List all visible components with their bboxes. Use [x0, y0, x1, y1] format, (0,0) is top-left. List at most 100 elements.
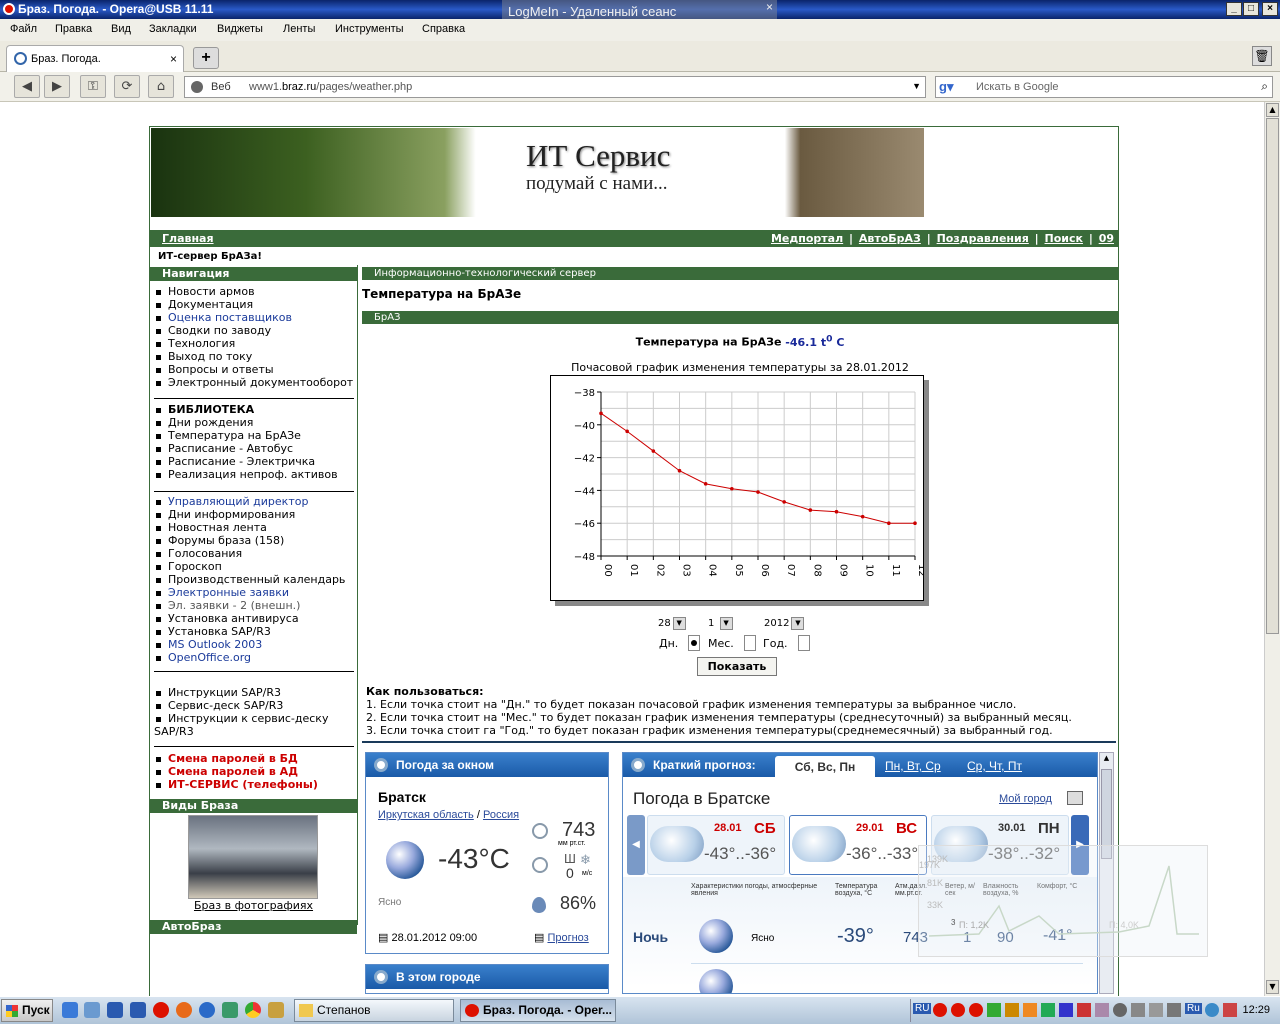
scroll-up-icon[interactable]: ▲: [1266, 103, 1279, 117]
sidebar-item[interactable]: Дни рождения: [154, 416, 358, 429]
menu-file[interactable]: Файл: [10, 23, 37, 35]
maximize-button[interactable]: □: [1243, 2, 1259, 16]
opera-tray-icon[interactable]: [933, 1003, 947, 1017]
menu-help[interactable]: Справка: [422, 23, 465, 35]
search-box[interactable]: g▾ Искать в Google ⌕: [935, 76, 1273, 98]
menu-widgets[interactable]: Виджеты: [217, 23, 263, 35]
sidebar-item[interactable]: БИБЛИОТЕКА: [154, 403, 358, 416]
address-dropdown-icon[interactable]: ▼: [912, 81, 921, 91]
country-link[interactable]: Россия: [483, 809, 519, 821]
link-autobraz[interactable]: АвтоБрАЗ: [859, 232, 921, 245]
sidebar-item[interactable]: Новости армов: [154, 285, 358, 298]
sidebar-item[interactable]: ИТ-СЕРВИС (телефоны): [154, 778, 358, 791]
link-greetings[interactable]: Поздравления: [937, 232, 1029, 245]
sidebar-item[interactable]: Гороскоп: [154, 560, 358, 573]
logmein-close-icon[interactable]: ×: [766, 0, 773, 14]
sidebar-item[interactable]: Дни информирования: [154, 508, 358, 521]
ie-icon[interactable]: [62, 1002, 78, 1018]
tray-icon[interactable]: [1023, 1003, 1037, 1017]
key-icon[interactable]: ⚿: [80, 75, 106, 98]
sidebar-item[interactable]: Форумы браза (158): [154, 534, 358, 547]
bluetooth-icon[interactable]: [1113, 1003, 1127, 1017]
scroll-down-icon[interactable]: ▼: [1266, 980, 1279, 994]
sidebar-item[interactable]: Сводки по заводу: [154, 324, 358, 337]
sidebar-item[interactable]: Выход по току: [154, 350, 358, 363]
forecast-tab-active[interactable]: Сб, Вс, Пн: [775, 756, 875, 778]
forecast-tab-3[interactable]: Ср, Чт, Пт: [967, 759, 1022, 773]
sidebar-item[interactable]: Вопросы и ответы: [154, 363, 358, 376]
task-folder[interactable]: Степанов: [294, 999, 454, 1022]
sidebar-item[interactable]: Оценка поставщиков: [154, 311, 358, 324]
sidebar-item[interactable]: Смена паролей в БД: [154, 752, 358, 765]
menu-edit[interactable]: Правка: [55, 23, 92, 35]
sidebar-item[interactable]: Расписание - Автобус: [154, 442, 358, 455]
sidebar-item[interactable]: Новостная лента: [154, 521, 358, 534]
lang-indicator-2[interactable]: Ru: [1185, 1003, 1202, 1014]
region-link[interactable]: Иркутская область: [378, 809, 474, 821]
firefox-icon[interactable]: [176, 1002, 192, 1018]
month-select[interactable]: 1 ▼: [708, 617, 733, 631]
lang-indicator[interactable]: RU: [913, 1003, 932, 1014]
back-button[interactable]: ◀: [14, 75, 40, 98]
sidebar-item[interactable]: OpenOffice.org: [154, 651, 358, 664]
sidebar-item[interactable]: Производственный календарь: [154, 573, 358, 586]
opera-icon[interactable]: [153, 1002, 169, 1018]
sidebar-item[interactable]: Электронные заявки: [154, 586, 358, 599]
opera-tray-icon[interactable]: [951, 1003, 965, 1017]
year-select[interactable]: 2012 ▼: [764, 617, 805, 631]
sidebar-item[interactable]: Управляющий директор: [154, 495, 358, 508]
forecast-tab-2[interactable]: Пн, Вт, Ср: [885, 759, 941, 773]
sidebar-item[interactable]: Температура на БрАЗе: [154, 429, 358, 442]
sidebar-item[interactable]: Сервис-деск SAP/R3: [154, 699, 358, 712]
gem-icon[interactable]: [222, 1002, 238, 1018]
sidebar-item[interactable]: Расписание - Электричка: [154, 455, 358, 468]
app-icon[interactable]: [268, 1002, 284, 1018]
close-button[interactable]: ×: [1262, 2, 1278, 16]
forecast-day-card[interactable]: 29.01 ВС -36°..-33°: [789, 815, 927, 875]
tray-icon[interactable]: [1095, 1003, 1109, 1017]
word-icon[interactable]: [130, 1002, 146, 1018]
volume-icon[interactable]: [1167, 1003, 1181, 1017]
forecast-day-card[interactable]: 28.01 СБ -43°..-36°: [647, 815, 785, 875]
page-scrollbar[interactable]: ▲ ▼: [1264, 102, 1280, 996]
day-select[interactable]: 28 ▼: [658, 617, 686, 631]
tray-icon[interactable]: [1223, 1003, 1237, 1017]
chrome-icon[interactable]: [245, 1002, 261, 1018]
tray-icon[interactable]: [1059, 1003, 1073, 1017]
sidebar-item[interactable]: Технология: [154, 337, 358, 350]
menu-feeds[interactable]: Ленты: [283, 23, 315, 35]
tray-icon[interactable]: [1205, 1003, 1219, 1017]
search-icon[interactable]: ⌕: [1261, 79, 1268, 94]
link-medportal[interactable]: Медпортал: [771, 232, 843, 245]
tab-weather[interactable]: Браз. Погода. ×: [6, 45, 184, 72]
prev-arrow[interactable]: ◀: [627, 815, 645, 875]
scroll-up-icon[interactable]: ▲: [1101, 754, 1112, 766]
address-bar[interactable]: Веб www1.braz.ru/pages/weather.php ▼: [184, 76, 926, 98]
show-button[interactable]: Показать: [697, 657, 777, 676]
trash-icon[interactable]: 🗑: [1252, 46, 1272, 66]
network-icon[interactable]: [1149, 1003, 1163, 1017]
home-button[interactable]: ⌂: [148, 75, 174, 98]
address-url[interactable]: www1.braz.ru/pages/weather.php: [249, 81, 412, 93]
minimize-button[interactable]: _: [1226, 2, 1242, 16]
print-icon[interactable]: [1067, 791, 1083, 805]
search-input[interactable]: Искать в Google: [976, 81, 1059, 93]
radio-day[interactable]: [688, 635, 700, 651]
scroll-thumb[interactable]: [1266, 118, 1279, 634]
start-button[interactable]: Пуск: [1, 999, 53, 1022]
photos-link[interactable]: Браз в фотографиях: [150, 899, 357, 912]
link-09[interactable]: 09: [1099, 232, 1114, 245]
home-link[interactable]: Главная: [162, 232, 214, 245]
forecast-link[interactable]: Прогноз: [547, 932, 588, 944]
my-city-link[interactable]: Мой город: [999, 793, 1052, 805]
tray-icon[interactable]: [1041, 1003, 1055, 1017]
sidebar-item[interactable]: Смена паролей в АД: [154, 765, 358, 778]
forward-button[interactable]: ▶: [44, 75, 70, 98]
sidebar-item[interactable]: Электронный документооборот: [154, 376, 358, 389]
word-icon[interactable]: [107, 1002, 123, 1018]
sidebar-item[interactable]: Эл. заявки - 2 (внешн.): [154, 599, 358, 612]
reload-button[interactable]: ⟳: [114, 75, 140, 98]
tray-icon[interactable]: [1005, 1003, 1019, 1017]
sidebar-item[interactable]: Инструкции SAP/R3: [154, 686, 358, 699]
tray-icon[interactable]: [1131, 1003, 1145, 1017]
